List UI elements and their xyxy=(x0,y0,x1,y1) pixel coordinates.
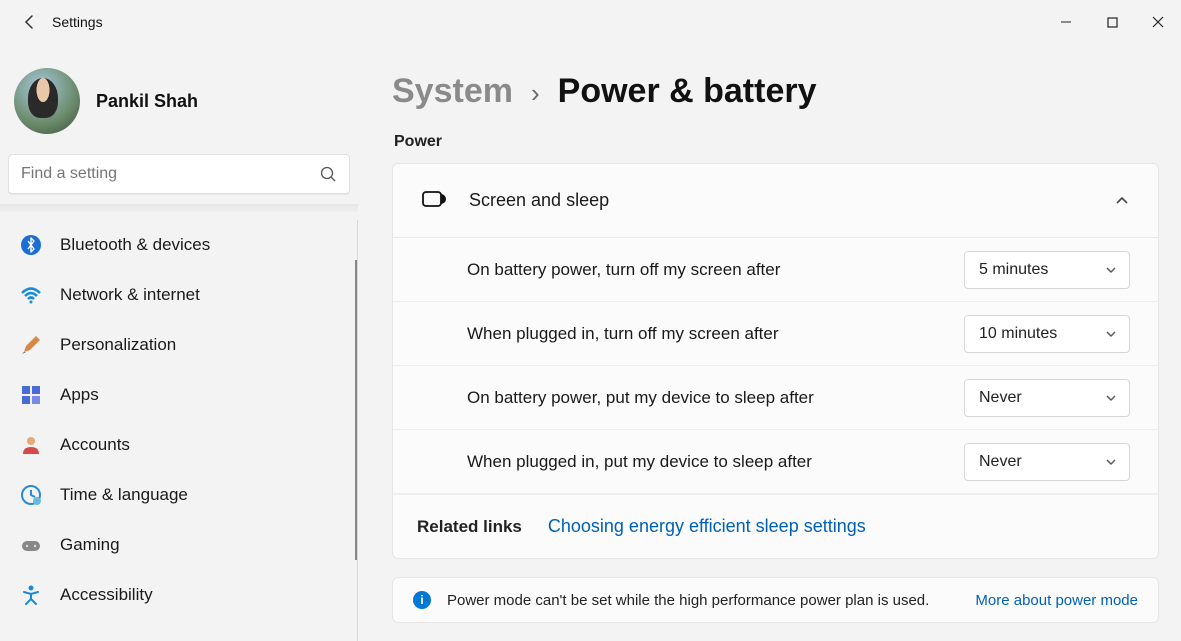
nav-label: Accounts xyxy=(60,435,130,455)
chevron-up-icon xyxy=(1114,193,1130,209)
related-links-label: Related links xyxy=(417,517,522,537)
sidebar-item-network[interactable]: Network & internet xyxy=(0,270,355,320)
select-value: 10 minutes xyxy=(979,325,1057,343)
section-label: Power xyxy=(394,133,1159,151)
sidebar: Pankil Shah Bluetooth & devices xyxy=(0,44,358,641)
screen-sleep-icon xyxy=(421,188,447,214)
breadcrumb-current: Power & battery xyxy=(558,72,817,111)
person-icon xyxy=(20,434,42,456)
nav-label: Accessibility xyxy=(60,585,153,605)
close-button[interactable] xyxy=(1135,6,1181,38)
accessibility-icon xyxy=(20,584,42,606)
sidebar-item-gaming[interactable]: Gaming xyxy=(0,520,355,570)
power-mode-infobar: i Power mode can't be set while the high… xyxy=(392,577,1159,623)
sidebar-item-accessibility[interactable]: Accessibility xyxy=(0,570,355,620)
row-label: When plugged in, put my device to sleep … xyxy=(467,452,948,472)
brush-icon xyxy=(20,334,42,356)
select-sleep-battery[interactable]: Never xyxy=(964,379,1130,417)
bluetooth-icon xyxy=(20,234,42,256)
sidebar-item-bluetooth[interactable]: Bluetooth & devices xyxy=(0,220,355,270)
scrollbar[interactable] xyxy=(355,260,357,560)
breadcrumb-separator: › xyxy=(531,78,540,109)
search-box[interactable] xyxy=(8,154,350,194)
chevron-down-icon xyxy=(1105,264,1117,276)
window-title: Settings xyxy=(52,14,103,30)
related-links-row: Related links Choosing energy efficient … xyxy=(393,494,1158,558)
select-screen-plugged[interactable]: 10 minutes xyxy=(964,315,1130,353)
card-title: Screen and sleep xyxy=(469,190,609,211)
nav-label: Network & internet xyxy=(60,285,200,305)
breadcrumb: System › Power & battery xyxy=(392,72,1159,111)
back-button[interactable] xyxy=(12,14,48,30)
search-icon xyxy=(319,165,337,183)
chevron-down-icon xyxy=(1105,392,1117,404)
profile-name: Pankil Shah xyxy=(96,91,198,112)
avatar xyxy=(14,68,80,134)
maximize-button[interactable] xyxy=(1089,6,1135,38)
select-value: Never xyxy=(979,389,1022,407)
maximize-icon xyxy=(1107,17,1118,28)
clock-icon xyxy=(20,484,42,506)
row-label: On battery power, turn off my screen aft… xyxy=(467,260,948,280)
row-label: On battery power, put my device to sleep… xyxy=(467,388,948,408)
select-sleep-plugged[interactable]: Never xyxy=(964,443,1130,481)
apps-icon xyxy=(20,384,42,406)
setting-row-sleep-plugged: When plugged in, put my device to sleep … xyxy=(393,430,1158,494)
gamepad-icon xyxy=(20,534,42,556)
breadcrumb-parent[interactable]: System xyxy=(392,72,513,111)
sidebar-item-time-language[interactable]: Time & language xyxy=(0,470,355,520)
window-controls xyxy=(1043,6,1181,38)
main-content: System › Power & battery Power Screen an… xyxy=(358,44,1181,641)
nav-label: Time & language xyxy=(60,485,188,505)
sidebar-item-accounts[interactable]: Accounts xyxy=(0,420,355,470)
screen-sleep-card: Screen and sleep On battery power, turn … xyxy=(392,163,1159,559)
arrow-left-icon xyxy=(22,14,38,30)
select-screen-battery[interactable]: 5 minutes xyxy=(964,251,1130,289)
select-value: Never xyxy=(979,453,1022,471)
sidebar-item-personalization[interactable]: Personalization xyxy=(0,320,355,370)
title-bar: Settings xyxy=(0,0,1181,44)
select-value: 5 minutes xyxy=(979,261,1048,279)
setting-row-screen-plugged: When plugged in, turn off my screen afte… xyxy=(393,302,1158,366)
nav-label: Personalization xyxy=(60,335,176,355)
sidebar-divider xyxy=(0,204,358,212)
nav-list: Bluetooth & devices Network & internet P… xyxy=(0,220,358,641)
setting-row-sleep-battery: On battery power, put my device to sleep… xyxy=(393,366,1158,430)
close-icon xyxy=(1152,16,1164,28)
infobar-link[interactable]: More about power mode xyxy=(975,592,1138,609)
minimize-icon xyxy=(1060,16,1072,28)
nav-label: Apps xyxy=(60,385,99,405)
info-icon: i xyxy=(413,591,431,609)
setting-row-screen-battery: On battery power, turn off my screen aft… xyxy=(393,238,1158,302)
chevron-down-icon xyxy=(1105,328,1117,340)
row-label: When plugged in, turn off my screen afte… xyxy=(467,324,948,344)
related-link[interactable]: Choosing energy efficient sleep settings xyxy=(548,516,866,537)
search-input[interactable] xyxy=(21,165,319,183)
wifi-icon xyxy=(20,284,42,306)
card-header[interactable]: Screen and sleep xyxy=(393,164,1158,238)
chevron-down-icon xyxy=(1105,456,1117,468)
nav-label: Gaming xyxy=(60,535,120,555)
sidebar-item-apps[interactable]: Apps xyxy=(0,370,355,420)
profile-block[interactable]: Pankil Shah xyxy=(0,60,358,154)
nav-label: Bluetooth & devices xyxy=(60,235,210,255)
infobar-message: Power mode can't be set while the high p… xyxy=(447,592,929,609)
minimize-button[interactable] xyxy=(1043,6,1089,38)
